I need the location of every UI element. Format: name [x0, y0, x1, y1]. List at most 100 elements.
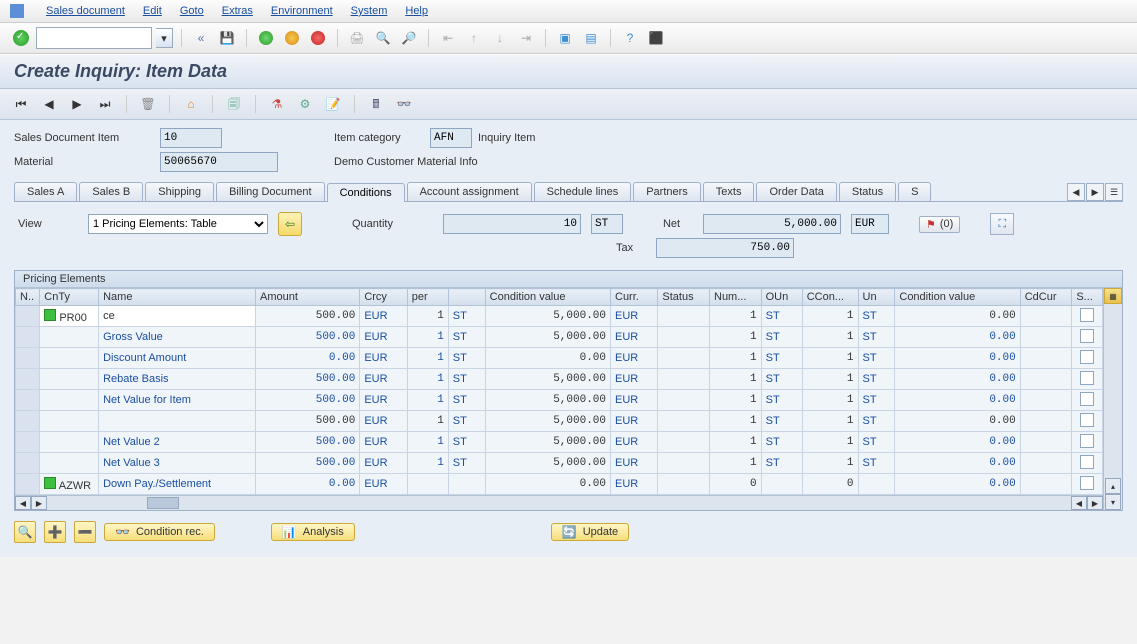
row-selector[interactable]: [16, 390, 40, 411]
detail-icon[interactable]: 🔍: [14, 521, 36, 543]
find-next-icon[interactable]: 🔎: [398, 27, 420, 49]
grid-config-icon[interactable]: ▦: [1104, 288, 1122, 304]
col-header[interactable]: Num...: [710, 289, 762, 306]
next-item-icon[interactable]: ▶: [66, 93, 88, 115]
row-checkbox[interactable]: [1080, 350, 1094, 364]
quantity-unit[interactable]: [591, 214, 623, 234]
exit-icon[interactable]: [281, 27, 303, 49]
row-checkbox[interactable]: [1080, 476, 1094, 490]
view-select[interactable]: 1 Pricing Elements: Table: [88, 214, 268, 234]
tab-scroll-0[interactable]: ◀: [1067, 183, 1085, 201]
row-selector[interactable]: [16, 369, 40, 390]
row-selector[interactable]: [16, 327, 40, 348]
row-selector[interactable]: [16, 432, 40, 453]
quantity-field[interactable]: [443, 214, 581, 234]
tab-sales-a[interactable]: Sales A: [14, 182, 77, 201]
menu-sales-document[interactable]: Sales document: [46, 5, 125, 17]
sdi-field[interactable]: [160, 128, 222, 148]
hscroll-thumb[interactable]: [147, 497, 179, 509]
header-icon[interactable]: ⌂: [180, 93, 202, 115]
tab-scroll-1[interactable]: ▶: [1086, 183, 1104, 201]
prev-item-icon[interactable]: ◀: [38, 93, 60, 115]
hscroll-left[interactable]: ◀: [15, 496, 31, 510]
row-selector[interactable]: [16, 453, 40, 474]
row-checkbox[interactable]: [1080, 329, 1094, 343]
row-selector[interactable]: [16, 306, 40, 327]
col-header[interactable]: Un: [858, 289, 895, 306]
menu-extras[interactable]: Extras: [222, 5, 253, 17]
hscroll2-left[interactable]: ◀: [1071, 496, 1087, 510]
tab-sales-b[interactable]: Sales B: [79, 182, 143, 201]
col-header[interactable]: CnTy: [40, 289, 99, 306]
layout-icon[interactable]: ⬛: [645, 27, 667, 49]
update-button[interactable]: 🔄Update: [551, 523, 629, 541]
menu-goto[interactable]: Goto: [180, 5, 204, 17]
first-page-icon[interactable]: ⇤: [437, 27, 459, 49]
tab-conditions[interactable]: Conditions: [327, 183, 405, 202]
col-header[interactable]: OUn: [761, 289, 802, 306]
new-session-icon[interactable]: ▣: [554, 27, 576, 49]
print-icon[interactable]: 🖨: [346, 27, 368, 49]
save-icon[interactable]: 💾: [216, 27, 238, 49]
tab-partners[interactable]: Partners: [633, 182, 701, 201]
col-header[interactable]: Condition value: [895, 289, 1020, 306]
col-header[interactable]: CCon...: [802, 289, 858, 306]
tab-texts[interactable]: Texts: [703, 182, 755, 201]
col-header[interactable]: Crcy: [360, 289, 407, 306]
config-icon[interactable]: ⚗: [266, 93, 288, 115]
tab-order-data[interactable]: Order Data: [756, 182, 836, 201]
back-icon[interactable]: [255, 27, 277, 49]
col-header[interactable]: Curr.: [611, 289, 658, 306]
itemcat-field[interactable]: [430, 128, 472, 148]
row-selector[interactable]: [16, 348, 40, 369]
tab-account-assignment[interactable]: Account assignment: [407, 182, 532, 201]
delete-icon[interactable]: 🗑: [137, 93, 159, 115]
help-icon[interactable]: ?: [619, 27, 641, 49]
command-dropdown[interactable]: ▾: [156, 28, 173, 48]
row-selector[interactable]: [16, 411, 40, 432]
tab-scroll-2[interactable]: ☰: [1105, 183, 1123, 201]
shortcut-icon[interactable]: ▤: [580, 27, 602, 49]
tab-s[interactable]: S: [898, 182, 931, 201]
display-doc-icon[interactable]: 🗐: [223, 93, 245, 115]
costing-icon[interactable]: ⚙: [294, 93, 316, 115]
menu-help[interactable]: Help: [405, 5, 428, 17]
back-double-icon[interactable]: «: [190, 27, 212, 49]
object-icon[interactable]: 📝: [322, 93, 344, 115]
menu-edit[interactable]: Edit: [143, 5, 162, 17]
tab-billing-document[interactable]: Billing Document: [216, 182, 325, 201]
prev-page-icon[interactable]: ↑: [463, 27, 485, 49]
row-checkbox[interactable]: [1080, 371, 1094, 385]
row-checkbox[interactable]: [1080, 455, 1094, 469]
enter-button[interactable]: [10, 27, 32, 49]
col-header[interactable]: [448, 289, 485, 306]
view-go-button[interactable]: ⇦: [278, 212, 302, 236]
col-header[interactable]: Status: [658, 289, 710, 306]
tax-field[interactable]: [656, 238, 794, 258]
menu-environment[interactable]: Environment: [271, 5, 333, 17]
hscroll-right[interactable]: ▶: [31, 496, 47, 510]
col-header[interactable]: N..: [16, 289, 40, 306]
message-badge[interactable]: ⚑(0): [919, 216, 960, 233]
row-checkbox[interactable]: [1080, 434, 1094, 448]
net-field[interactable]: [703, 214, 841, 234]
cell-cnty[interactable]: PR00: [40, 306, 99, 327]
col-header[interactable]: S...: [1072, 289, 1103, 306]
col-header[interactable]: Name: [99, 289, 256, 306]
link-icon[interactable]: 👓: [393, 93, 415, 115]
command-field[interactable]: [36, 27, 152, 49]
vscroll-down[interactable]: ▾: [1105, 494, 1121, 510]
col-header[interactable]: CdCur: [1020, 289, 1072, 306]
tab-status[interactable]: Status: [839, 182, 896, 201]
insert-row-icon[interactable]: ➕: [44, 521, 66, 543]
material-field[interactable]: [160, 152, 278, 172]
row-checkbox[interactable]: [1080, 308, 1094, 322]
tab-shipping[interactable]: Shipping: [145, 182, 214, 201]
analysis-button[interactable]: 📊Analysis: [271, 523, 355, 541]
vscroll-up[interactable]: ▴: [1105, 478, 1121, 494]
row-selector[interactable]: [16, 474, 40, 495]
row-checkbox[interactable]: [1080, 413, 1094, 427]
first-item-icon[interactable]: ⏮: [10, 93, 32, 115]
col-header[interactable]: Amount: [256, 289, 360, 306]
next-page-icon[interactable]: ↓: [489, 27, 511, 49]
